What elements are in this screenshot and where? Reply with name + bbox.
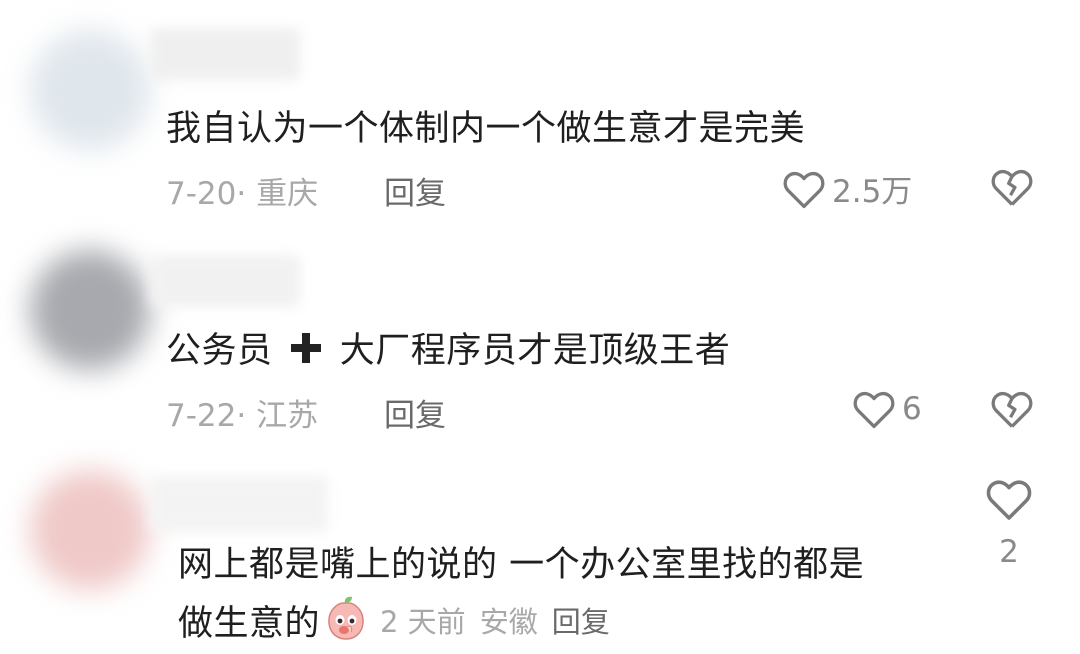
comment-text-part: 公务员 bbox=[166, 331, 273, 371]
comment-text-line1: 网上都是嘴上的说的 一个办公室里找的都是 bbox=[178, 545, 865, 585]
avatar[interactable] bbox=[30, 470, 150, 590]
like-count: 2.5万 bbox=[832, 174, 913, 210]
like-button[interactable]: 2.5万 bbox=[782, 166, 912, 211]
comment-time: 2 天前 bbox=[380, 605, 466, 639]
username-redacted bbox=[150, 255, 300, 307]
peach-emoji-icon bbox=[322, 594, 370, 646]
reply-button[interactable]: 回复 bbox=[384, 390, 446, 435]
avatar[interactable] bbox=[30, 250, 150, 370]
username-redacted bbox=[150, 28, 300, 80]
comment-line2: 做生意的 2 天前 安徽 回复 bbox=[178, 594, 610, 646]
plus-icon bbox=[288, 330, 324, 375]
heart-outline-icon bbox=[782, 168, 826, 210]
reply-button[interactable]: 回复 bbox=[384, 168, 446, 213]
comment-date-location: 7-22· 江苏 bbox=[166, 398, 319, 434]
heart-outline-icon bbox=[852, 388, 896, 430]
username-redacted bbox=[150, 476, 328, 532]
like-button[interactable]: 2 bbox=[984, 476, 1034, 570]
comment-date-location: 7-20· 重庆 bbox=[166, 176, 319, 212]
like-count: 2 bbox=[999, 534, 1019, 570]
broken-heart-icon[interactable] bbox=[990, 388, 1034, 430]
like-button[interactable]: 6 bbox=[852, 388, 922, 430]
comment-location: 安徽 bbox=[479, 605, 538, 639]
avatar[interactable] bbox=[30, 30, 150, 150]
heart-outline-icon bbox=[985, 476, 1033, 522]
comment-text: 公务员 大厂程序员才是顶级王者 bbox=[166, 322, 730, 375]
comment-text-part: 大厂程序员才是顶级王者 bbox=[339, 331, 731, 371]
like-count: 6 bbox=[902, 391, 922, 427]
comment-text-line2: 做生意的 bbox=[178, 603, 321, 644]
broken-heart-icon[interactable] bbox=[990, 166, 1034, 208]
comment-text: 我自认为一个体制内一个做生意才是完美 bbox=[166, 109, 806, 149]
reply-button[interactable]: 回复 bbox=[552, 599, 610, 641]
